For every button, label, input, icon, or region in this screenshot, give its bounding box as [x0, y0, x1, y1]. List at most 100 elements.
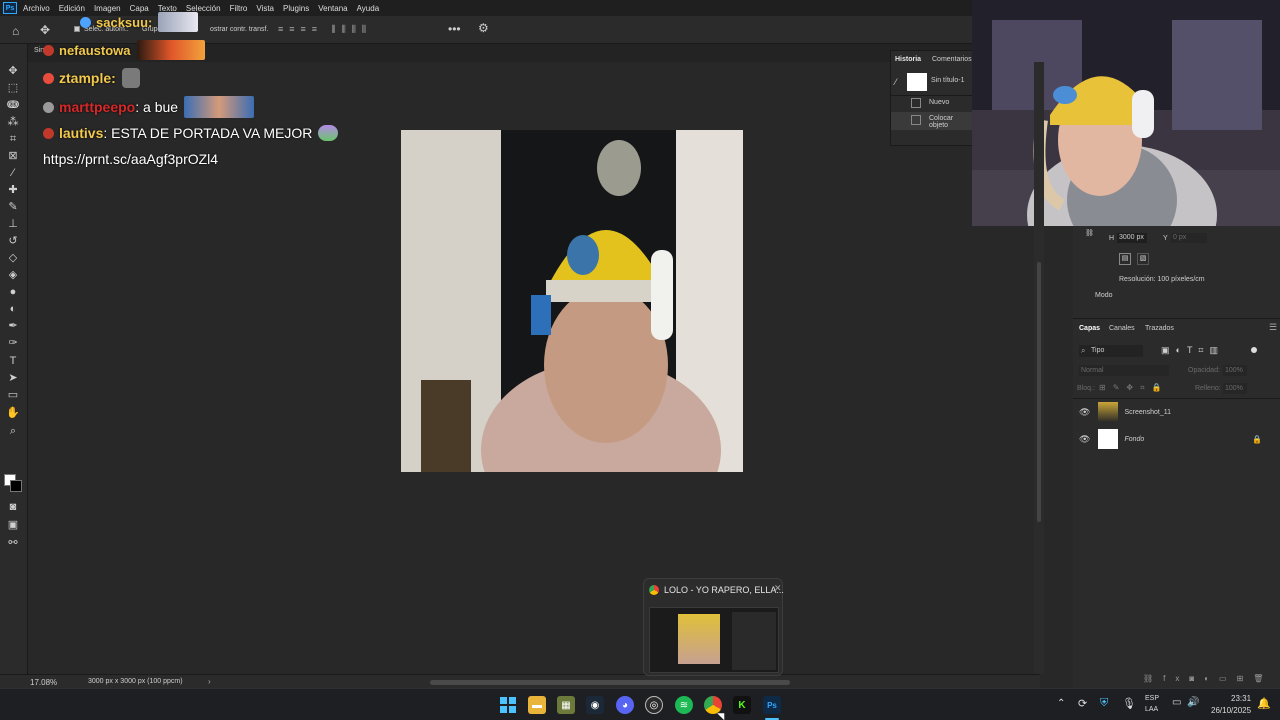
dodge-tool-icon[interactable]: ◐: [6, 302, 20, 316]
height-field[interactable]: 3000 px: [1117, 233, 1147, 243]
lock-icons[interactable]: ⊞✎✥⌗🔒: [1099, 383, 1169, 393]
chat-link[interactable]: https://prnt.sc/aaAgf3prOZl4: [43, 151, 218, 167]
pen-tool-icon[interactable]: ✒: [6, 319, 20, 333]
healing-brush-icon[interactable]: ✚: [6, 183, 20, 197]
visibility-eye-icon[interactable]: 👁: [1079, 434, 1090, 445]
eyedropper-icon[interactable]: ⁄: [6, 166, 20, 180]
zoom-level[interactable]: 17.08%: [30, 678, 57, 687]
chat-message: nefaustowa: [43, 40, 205, 60]
magic-wand-icon[interactable]: ⁂: [6, 115, 20, 129]
obs-icon[interactable]: ◎: [645, 696, 663, 714]
layer-filter-icons[interactable]: ▣◐T⌗▥: [1161, 345, 1224, 356]
menu-archivo[interactable]: Archivo: [23, 4, 50, 13]
microphone-icon[interactable]: 🎙: [1122, 697, 1136, 710]
gear-icon[interactable]: ⚙: [478, 21, 489, 35]
marquee-tool-icon[interactable]: ⬚: [6, 81, 20, 95]
shield-icon[interactable]: ⛨: [1100, 697, 1108, 710]
opacity-field[interactable]: 100%: [1223, 365, 1247, 376]
discord-icon[interactable]: ◕: [616, 696, 634, 714]
spotify-icon[interactable]: ≋: [675, 696, 693, 714]
keyboard-layout[interactable]: LAA: [1145, 706, 1158, 713]
stamp-tool-icon[interactable]: ⊥: [6, 217, 20, 231]
windows-start-icon[interactable]: [499, 696, 517, 714]
tab-layers[interactable]: Capas: [1079, 325, 1100, 332]
photoshop-icon[interactable]: Ps: [763, 696, 781, 714]
menu-vista[interactable]: Vista: [256, 4, 274, 13]
tab-paths[interactable]: Trazados: [1145, 325, 1174, 332]
notification-icon[interactable]: 🔔: [1257, 697, 1271, 710]
menu-plugins[interactable]: Plugins: [283, 4, 309, 13]
blend-mode-select[interactable]: Normal: [1079, 365, 1169, 376]
history-step[interactable]: Nuevo: [929, 99, 949, 106]
link-icon[interactable]: ⛓: [1085, 229, 1094, 237]
gradient-tool-icon[interactable]: ◈: [6, 268, 20, 282]
screen-mode-icon[interactable]: ▣: [6, 518, 20, 532]
path-select-icon[interactable]: ➤: [6, 371, 20, 385]
quick-mask-icon[interactable]: ◙: [6, 500, 20, 514]
webcam-image: [972, 0, 1280, 226]
blur-tool-icon[interactable]: ●: [6, 285, 20, 299]
chat-emote: [121, 68, 140, 88]
move-tool-icon[interactable]: ✥: [40, 23, 50, 37]
show-transform-label[interactable]: ostrar contr. transf.: [210, 26, 268, 33]
home-icon[interactable]: ⌂: [12, 24, 19, 38]
layer-filter-select[interactable]: Tipo: [1079, 345, 1143, 357]
file-explorer-icon[interactable]: ▬: [528, 696, 546, 714]
close-icon[interactable]: ✕: [774, 583, 782, 594]
frame-tool-icon[interactable]: ⊠: [6, 149, 20, 163]
scroll-thumb[interactable]: [1037, 262, 1041, 522]
volume-icon[interactable]: 🔊: [1187, 697, 1199, 708]
menu-ayuda[interactable]: Ayuda: [357, 4, 380, 13]
network-icon[interactable]: ▭: [1172, 697, 1181, 708]
y-field[interactable]: 0 px: [1171, 233, 1207, 243]
chat-message: sacksuu:: [80, 12, 199, 32]
vertical-scrollbar[interactable]: [1034, 62, 1044, 674]
canvas-image[interactable]: [401, 130, 743, 472]
tab-history[interactable]: Historia: [895, 56, 921, 63]
menu-ventana[interactable]: Ventana: [318, 4, 347, 13]
panel-menu-icon[interactable]: ☰: [1269, 322, 1277, 333]
layer-actions-icons[interactable]: ⛓fx◙◐▭⊞🗑: [1143, 674, 1273, 683]
brush-tool-icon[interactable]: ✎: [6, 200, 20, 214]
eraser-tool-icon[interactable]: ◇: [6, 251, 20, 265]
taskbar-window-preview[interactable]: LOLO - YO RAPERO, ELLA... ✕: [643, 578, 784, 676]
background-color-swatch[interactable]: [10, 480, 22, 492]
snapshot-label[interactable]: Sin título-1: [931, 77, 964, 84]
language-code[interactable]: ESP: [1145, 695, 1159, 702]
edit-toolbar-icon[interactable]: ⚯: [6, 536, 20, 550]
flip-icon[interactable]: ▤: [1119, 253, 1131, 265]
filter-toggle-icon[interactable]: [1251, 347, 1257, 353]
lasso-tool-icon[interactable]: ↈ: [6, 98, 20, 112]
crop-tool-icon[interactable]: ⌗: [6, 132, 20, 146]
tab-channels[interactable]: Canales: [1109, 325, 1135, 332]
chevron-right-icon[interactable]: ›: [208, 677, 211, 686]
hand-tool-icon[interactable]: ✋: [6, 406, 20, 420]
fill-field[interactable]: 100%: [1223, 383, 1247, 394]
steam-icon[interactable]: ◉: [586, 696, 604, 714]
visibility-eye-icon[interactable]: 👁: [1079, 407, 1090, 418]
layer-row[interactable]: 👁 Screenshot_11: [1073, 399, 1280, 425]
kick-icon[interactable]: K: [733, 696, 751, 714]
tab-comments[interactable]: Comentarios: [932, 56, 972, 63]
more-icon[interactable]: •••: [448, 22, 461, 36]
history-brush-icon[interactable]: ↺: [6, 234, 20, 248]
history-step[interactable]: Colocar objeto: [929, 115, 974, 129]
layer-name[interactable]: Fondo: [1124, 436, 1144, 443]
history-brush-icon[interactable]: ⁄: [895, 77, 897, 87]
layer-row[interactable]: 👁 Fondo 🔒: [1073, 426, 1280, 452]
rectangle-tool-icon[interactable]: ▭: [6, 388, 20, 402]
chevron-up-icon[interactable]: ⌃: [1057, 698, 1065, 709]
horizontal-scroll-thumb[interactable]: [430, 680, 790, 685]
clock-time[interactable]: 23:31: [1231, 694, 1251, 703]
rotate-icon[interactable]: ▧: [1137, 253, 1149, 265]
type-tool-icon[interactable]: T: [6, 354, 20, 368]
minecraft-icon[interactable]: ▦: [557, 696, 575, 714]
move-tool-icon[interactable]: ✥: [6, 64, 20, 78]
zoom-tool-icon[interactable]: ⌕: [6, 424, 20, 438]
pen-tool-icon[interactable]: ✑: [6, 336, 20, 350]
menu-filtro[interactable]: Filtro: [230, 4, 248, 13]
clock-date[interactable]: 26/10/2025: [1211, 706, 1251, 715]
align-icons[interactable]: ≡≡≡≡ ⫼⫼⫼⫼: [278, 24, 372, 35]
layer-name[interactable]: Screenshot_11: [1124, 409, 1171, 416]
sync-icon[interactable]: ⟳: [1078, 697, 1087, 710]
